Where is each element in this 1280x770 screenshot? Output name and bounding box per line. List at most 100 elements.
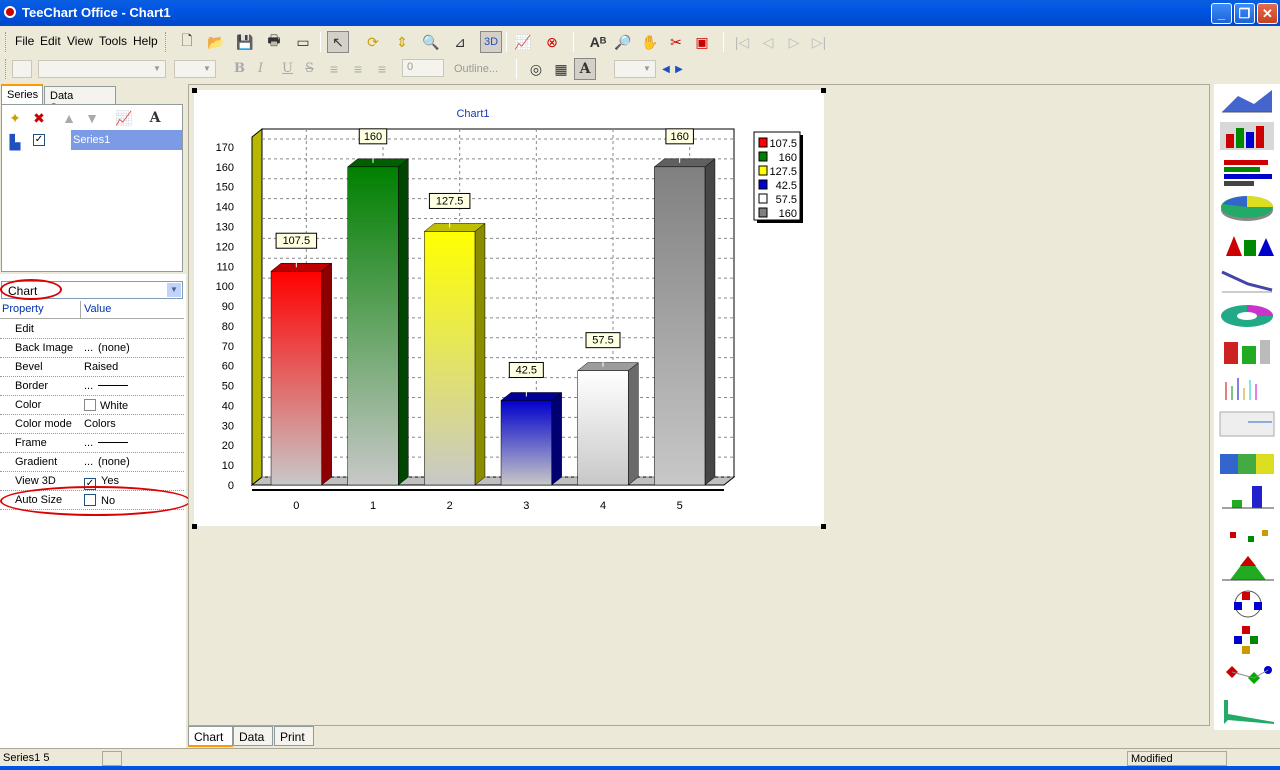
- close-button[interactable]: ✕: [1257, 3, 1278, 24]
- property-row-bevel[interactable]: Bevel Raised: [0, 358, 184, 377]
- edit-chart-icon[interactable]: 📈: [512, 31, 534, 53]
- export-icon[interactable]: ▭: [292, 31, 314, 53]
- delete-icon[interactable]: ✂: [665, 31, 687, 53]
- edit-series-icon[interactable]: 📈: [113, 107, 135, 129]
- tab-print[interactable]: Print: [274, 726, 314, 746]
- ellipsis-button[interactable]: ...: [84, 456, 98, 468]
- value-column-header[interactable]: Value: [84, 303, 111, 315]
- move-down-icon[interactable]: ▼: [81, 107, 103, 129]
- menu-edit[interactable]: Edit: [40, 34, 61, 48]
- first-icon[interactable]: |◁: [731, 31, 753, 53]
- menu-tools[interactable]: Tools: [99, 34, 127, 48]
- point-bar-chart-icon[interactable]: [1218, 480, 1276, 512]
- font-name-combo[interactable]: ▼: [38, 60, 166, 78]
- remove-series-icon[interactable]: ▣: [691, 31, 713, 53]
- donut-chart-icon[interactable]: [1218, 300, 1276, 332]
- shapes-chart-icon[interactable]: [1218, 228, 1276, 260]
- toggle-3d-button[interactable]: 3D: [480, 31, 502, 53]
- bar-3d-chart-icon[interactable]: [1218, 120, 1276, 152]
- property-column-header[interactable]: Property: [2, 303, 44, 315]
- series-title-icon[interactable]: A: [144, 107, 166, 129]
- chart-canvas[interactable]: Chart1 0 10 20 30 40 50 60 70 80 90 100 110 120 130 140…: [194, 90, 824, 526]
- chevron-down-icon[interactable]: ▼: [167, 283, 181, 297]
- move-icon[interactable]: ⇕: [391, 31, 413, 53]
- line-chart-icon[interactable]: [1218, 264, 1276, 296]
- legend-icon[interactable]: ▦: [550, 58, 572, 80]
- next-icon[interactable]: ▷: [783, 31, 805, 53]
- menu-help[interactable]: Help: [133, 34, 158, 48]
- align-right-icon[interactable]: ≡: [371, 58, 393, 80]
- resize-handle[interactable]: [821, 88, 826, 93]
- tab-data-sources[interactable]: Data Sources: [44, 86, 116, 114]
- property-row-gradient[interactable]: Gradient ... (none): [0, 453, 184, 472]
- add-series-icon[interactable]: ✦: [4, 107, 26, 129]
- pie-chart-icon[interactable]: [1218, 192, 1276, 224]
- previous-icon[interactable]: ◁: [757, 31, 779, 53]
- underline-button[interactable]: U: [282, 61, 293, 76]
- stacked-area-chart-icon[interactable]: [1218, 444, 1276, 476]
- scroll-right-icon[interactable]: ▶: [673, 58, 685, 80]
- tab-series[interactable]: Series: [1, 84, 43, 104]
- rotate-icon[interactable]: ⟳: [362, 31, 384, 53]
- delete-series-icon[interactable]: ✖: [28, 107, 50, 129]
- minimize-button[interactable]: _: [1211, 3, 1232, 24]
- zoom-combo[interactable]: ▼: [614, 60, 656, 78]
- resize-icon[interactable]: ⊿: [449, 31, 471, 53]
- tab-chart[interactable]: Chart: [188, 726, 233, 747]
- toolbar-grip[interactable]: [165, 32, 168, 52]
- series-icon[interactable]: ◎: [525, 58, 547, 80]
- ellipsis-button[interactable]: ...: [84, 437, 98, 449]
- print-icon[interactable]: 🖶: [263, 31, 285, 53]
- last-icon[interactable]: ▷|: [808, 31, 830, 53]
- gantt-chart-icon[interactable]: [1218, 336, 1276, 368]
- ellipsis-button[interactable]: ...: [84, 342, 98, 354]
- fast-line-chart-icon[interactable]: [1218, 408, 1276, 440]
- zoom-icon[interactable]: 🔍: [420, 31, 442, 53]
- resize-handle[interactable]: [821, 524, 826, 529]
- app-icon[interactable]: [4, 6, 16, 18]
- zoom-in-icon[interactable]: 🔎: [612, 31, 634, 53]
- text-icon[interactable]: A: [574, 58, 596, 80]
- maximize-button[interactable]: ❐: [1234, 3, 1255, 24]
- tab-data[interactable]: Data: [233, 726, 273, 746]
- funnel-chart-icon[interactable]: [1218, 696, 1276, 728]
- property-row-back-image[interactable]: Back Image ... (none): [0, 339, 184, 358]
- spin-value-input[interactable]: 0: [402, 59, 444, 77]
- strikeout-button[interactable]: S: [305, 61, 314, 76]
- property-row-border[interactable]: Border ...: [0, 377, 184, 396]
- pan-hand-icon[interactable]: ✋: [639, 31, 661, 53]
- save-icon[interactable]: 💾: [234, 31, 256, 53]
- toolbar-grip[interactable]: [5, 59, 8, 79]
- property-row-color-mode[interactable]: Color mode Colors: [0, 415, 184, 434]
- color-swatch[interactable]: [84, 399, 96, 411]
- font-size-combo[interactable]: ▼: [174, 60, 216, 78]
- polar-chart-icon[interactable]: [1218, 588, 1276, 620]
- tree-chart-icon[interactable]: [1218, 624, 1276, 656]
- resize-handle[interactable]: [192, 524, 197, 529]
- network-chart-icon[interactable]: [1218, 660, 1276, 692]
- series-visible-checkbox[interactable]: ✓: [33, 134, 45, 146]
- scroll-left-icon[interactable]: ◀: [660, 58, 672, 80]
- italic-button[interactable]: I: [258, 61, 263, 76]
- series-list-item[interactable]: Series1: [71, 130, 182, 150]
- menu-file[interactable]: File: [15, 34, 34, 48]
- ellipsis-button[interactable]: ...: [84, 380, 98, 392]
- new-file-icon[interactable]: 🗋: [176, 31, 198, 53]
- property-row-frame[interactable]: Frame ...: [0, 434, 184, 453]
- font-icon[interactable]: Aᴮ: [587, 31, 609, 53]
- chart-options-icon[interactable]: ⊗: [541, 31, 563, 53]
- bar-chart[interactable]: Chart10102030405060708090100110120130140…: [194, 90, 824, 526]
- menu-view[interactable]: View: [67, 34, 93, 48]
- property-row-edit[interactable]: Edit: [0, 320, 184, 339]
- move-up-icon[interactable]: ▲: [58, 107, 80, 129]
- toolbar-grip[interactable]: [5, 32, 8, 52]
- outline-button[interactable]: Outline...: [454, 63, 498, 75]
- bold-button[interactable]: B: [234, 61, 245, 76]
- color-picker[interactable]: [12, 60, 32, 78]
- histogram-chart-icon[interactable]: [1218, 372, 1276, 404]
- resize-handle[interactable]: [192, 88, 197, 93]
- bubble-chart-icon[interactable]: [1218, 516, 1276, 548]
- select-pointer-icon[interactable]: ↖: [327, 31, 349, 53]
- align-left-icon[interactable]: ≡: [323, 58, 345, 80]
- area-chart-icon[interactable]: [1218, 86, 1276, 118]
